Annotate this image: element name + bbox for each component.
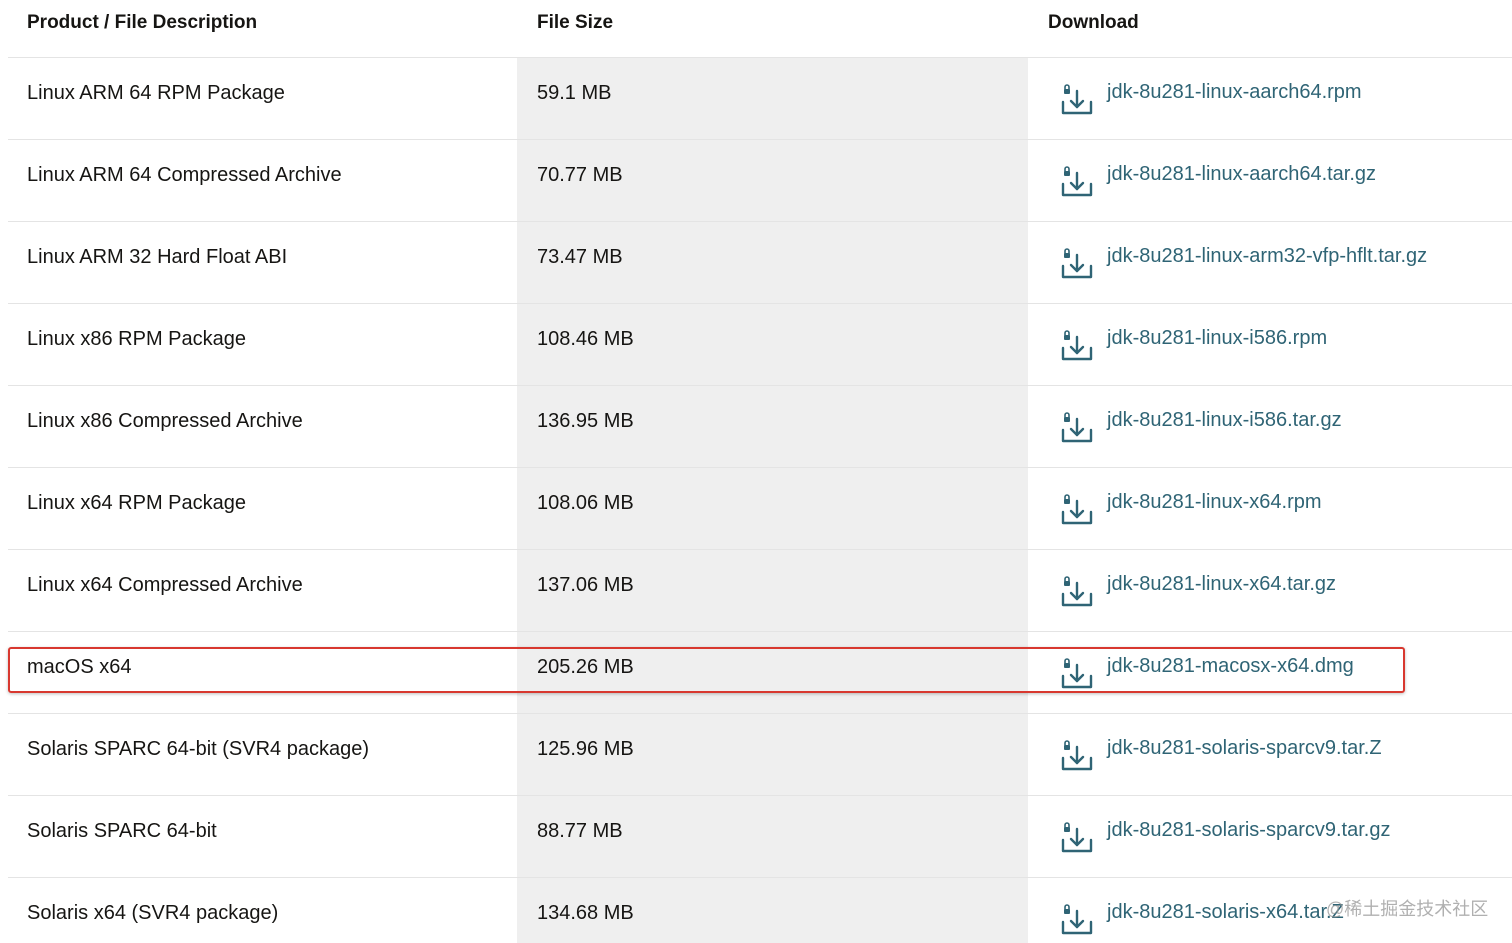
watermark: @稀土掘金技术社区 xyxy=(1326,899,1489,919)
download-link[interactable]: jdk-8u281-linux-i586.rpm xyxy=(1107,302,1327,374)
row-description: Solaris SPARC 64-bit (SVR4 package) xyxy=(27,738,369,760)
download-link[interactable]: jdk-8u281-solaris-sparcv9.tar.gz xyxy=(1107,794,1390,866)
download-icon[interactable] xyxy=(1060,567,1094,607)
row-download: jdk-8u281-macosx-x64.dmg xyxy=(1060,631,1354,701)
row-file-size: 125.96 MB xyxy=(537,738,634,760)
table-header: Product / File Description File Size Dow… xyxy=(8,0,1512,58)
row-download: jdk-8u281-linux-i586.rpm xyxy=(1060,303,1327,373)
row-description: Linux x64 RPM Package xyxy=(27,492,247,514)
download-link[interactable]: jdk-8u281-solaris-sparcv9.tar.Z xyxy=(1107,712,1382,784)
table-row: macOS x64 205.26 MB jdk-8u281-macosx-x64.d… xyxy=(8,631,1512,714)
table-row: Solaris SPARC 64-bit 88.77 MB jdk-8u281-so… xyxy=(8,795,1512,878)
row-description: Linux ARM 64 Compressed Archive xyxy=(27,164,342,186)
row-description: Solaris x64 (SVR4 package) xyxy=(27,902,279,924)
table-row: Linux x86 RPM Package 108.46 MB jdk-8u281-… xyxy=(8,303,1512,386)
download-icon[interactable] xyxy=(1060,75,1094,115)
table-row: Linux ARM 32 Hard Float ABI 73.47 MB jdk-8… xyxy=(8,221,1512,304)
download-icon[interactable] xyxy=(1060,649,1094,689)
download-icon[interactable] xyxy=(1060,731,1094,771)
row-description: Linux x64 Compressed Archive xyxy=(27,574,303,596)
header-file-size: File Size xyxy=(537,12,614,33)
download-link[interactable]: jdk-8u281-linux-aarch64.rpm xyxy=(1107,56,1362,128)
download-icon[interactable] xyxy=(1060,895,1094,935)
row-file-size: 70.77 MB xyxy=(537,164,623,186)
download-icon[interactable] xyxy=(1060,157,1094,197)
row-download: jdk-8u281-linux-x64.tar.gz xyxy=(1060,549,1336,619)
header-description: Product / File Description xyxy=(27,12,258,33)
row-download: jdk-8u281-linux-aarch64.rpm xyxy=(1060,57,1362,127)
download-link[interactable]: jdk-8u281-linux-x64.tar.gz xyxy=(1107,548,1336,620)
download-link[interactable]: jdk-8u281-linux-x64.rpm xyxy=(1107,466,1322,538)
row-description: Linux ARM 64 RPM Package xyxy=(27,82,285,104)
row-description: Linux x86 Compressed Archive xyxy=(27,410,303,432)
table-row: Linux x86 Compressed Archive 136.95 MB jdk… xyxy=(8,385,1512,468)
row-download: jdk-8u281-linux-aarch64.tar.gz xyxy=(1060,139,1376,209)
download-link[interactable]: jdk-8u281-macosx-x64.dmg xyxy=(1107,630,1354,702)
download-link[interactable]: jdk-8u281-solaris-x64.tar.Z xyxy=(1107,876,1344,943)
download-link[interactable]: jdk-8u281-linux-aarch64.tar.gz xyxy=(1107,138,1376,210)
row-file-size: 136.95 MB xyxy=(537,410,634,432)
row-file-size: 73.47 MB xyxy=(537,246,623,268)
row-download: jdk-8u281-linux-arm32-vfp-hflt.tar.gz xyxy=(1060,221,1427,291)
row-file-size: 108.46 MB xyxy=(537,328,634,350)
header-download: Download xyxy=(1048,12,1139,33)
row-description: Linux x86 RPM Package xyxy=(27,328,247,350)
row-download: jdk-8u281-linux-x64.rpm xyxy=(1060,467,1322,537)
download-icon[interactable] xyxy=(1060,403,1094,443)
row-description: Solaris SPARC 64-bit xyxy=(27,820,217,842)
row-download: jdk-8u281-linux-i586.tar.gz xyxy=(1060,385,1342,455)
table-row: Solaris SPARC 64-bit (SVR4 package) 125.9… xyxy=(8,713,1512,796)
row-download: jdk-8u281-solaris-sparcv9.tar.gz xyxy=(1060,795,1390,865)
row-download: jdk-8u281-solaris-sparcv9.tar.Z xyxy=(1060,713,1382,783)
download-link[interactable]: jdk-8u281-linux-arm32-vfp-hflt.tar.gz xyxy=(1107,220,1427,292)
table-row: Solaris x64 (SVR4 package) 134.68 MB jdk-8… xyxy=(8,877,1512,943)
row-file-size: 205.26 MB xyxy=(537,656,634,678)
download-icon[interactable] xyxy=(1060,321,1094,361)
download-icon[interactable] xyxy=(1060,485,1094,525)
table-row: Linux x64 Compressed Archive 137.06 MB jdk… xyxy=(8,549,1512,632)
table-row: Linux ARM 64 RPM Package 59.1 MB jdk-8u281… xyxy=(8,57,1512,140)
row-file-size: 59.1 MB xyxy=(537,82,612,104)
row-file-size: 88.77 MB xyxy=(537,820,623,842)
download-link[interactable]: jdk-8u281-linux-i586.tar.gz xyxy=(1107,384,1342,456)
row-description: macOS x64 xyxy=(27,656,132,678)
table-row: Linux ARM 64 Compressed Archive 70.77 MB j… xyxy=(8,139,1512,222)
row-file-size: 108.06 MB xyxy=(537,492,634,514)
row-file-size: 137.06 MB xyxy=(537,574,634,596)
download-icon[interactable] xyxy=(1060,813,1094,853)
row-file-size: 134.68 MB xyxy=(537,902,634,924)
table-row: Linux x64 RPM Package 108.06 MB jdk-8u281-… xyxy=(8,467,1512,550)
row-description: Linux ARM 32 Hard Float ABI xyxy=(27,246,288,268)
row-download: jdk-8u281-solaris-x64.tar.Z xyxy=(1060,877,1344,943)
download-icon[interactable] xyxy=(1060,239,1094,279)
download-table-page: Product / File Description File Size Dow… xyxy=(0,0,1512,943)
